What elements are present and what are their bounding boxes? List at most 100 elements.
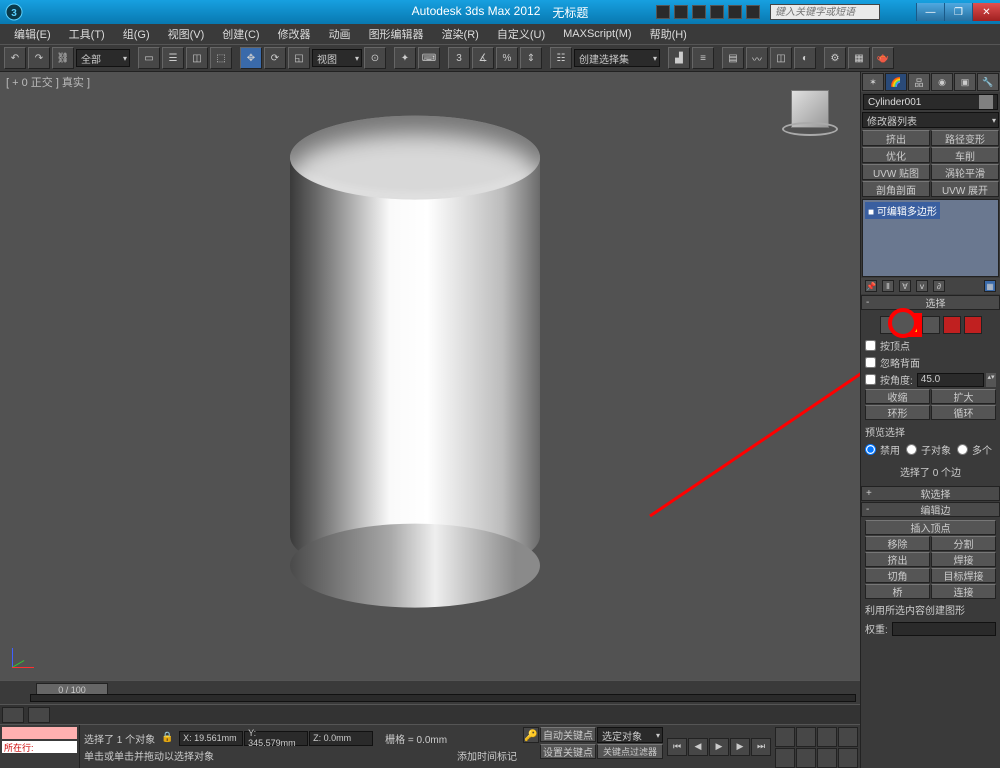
subobj-element[interactable]	[964, 316, 982, 334]
make-unique-icon[interactable]: ∀	[899, 280, 911, 292]
by-vertex-checkbox[interactable]	[865, 340, 876, 351]
rollout-editedges-header[interactable]: -编辑边	[861, 502, 1000, 517]
configure-icon[interactable]: ▦	[984, 280, 996, 292]
remove-mod2-icon[interactable]: ∂	[933, 280, 945, 292]
rotate-button[interactable]: ⟳	[264, 47, 286, 69]
orbit-button[interactable]	[817, 748, 837, 768]
layers-button[interactable]: ▤	[722, 47, 744, 69]
menu-create[interactable]: 创建(C)	[214, 24, 267, 44]
weld-button[interactable]: 焊接	[931, 552, 996, 567]
align-button[interactable]: ≡	[692, 47, 714, 69]
insert-vertex-button[interactable]: 插入顶点	[865, 520, 996, 535]
setkey-button[interactable]: 设置关键点	[540, 744, 596, 759]
tab-create[interactable]: ✶	[862, 73, 884, 91]
view-cube[interactable]	[776, 82, 844, 150]
preview-subobj-radio[interactable]	[906, 444, 917, 455]
zoom-all-button[interactable]	[796, 727, 816, 747]
selection-filter[interactable]: 全部	[76, 49, 130, 67]
prev-frame-button[interactable]: ◀	[688, 738, 708, 756]
subobj-border[interactable]	[922, 316, 940, 334]
select-button[interactable]: ▭	[138, 47, 160, 69]
coord-z[interactable]: Z: 0.0mm	[309, 731, 373, 746]
rollout-selection-header[interactable]: -选择	[861, 295, 1000, 310]
subobj-polygon[interactable]	[943, 316, 961, 334]
modifier-stack[interactable]: ■ 可编辑多边形	[862, 199, 999, 277]
viewport[interactable]: [ + 0 正交 ] 真实 ]	[0, 72, 860, 680]
render-button[interactable]: 🫖	[872, 47, 894, 69]
track-bar[interactable]	[0, 704, 860, 724]
object-name-field[interactable]: Cylinder001	[863, 94, 998, 110]
goto-end-button[interactable]: ⏭	[751, 738, 771, 756]
ref-coord-system[interactable]: 视图	[312, 49, 362, 67]
menu-tools[interactable]: 工具(T)	[61, 24, 113, 44]
angle-spinner[interactable]: 45.0	[917, 373, 984, 387]
mirror-button[interactable]: ▟	[668, 47, 690, 69]
trackbar-btn2[interactable]	[28, 707, 50, 723]
mod-pathdeform[interactable]: 路径变形	[931, 130, 999, 146]
tab-modify[interactable]: 🌈	[885, 73, 907, 91]
mod-optimize[interactable]: 优化	[862, 147, 930, 163]
by-angle-checkbox[interactable]	[865, 374, 876, 385]
maximize-button[interactable]: ❐	[944, 3, 972, 21]
spinner-snap-button[interactable]: ⇕	[520, 47, 542, 69]
tab-hierarchy[interactable]: 品	[908, 73, 930, 91]
autokey-button[interactable]: 自动关键点	[540, 727, 596, 742]
menu-grapheditors[interactable]: 图形编辑器	[361, 24, 432, 44]
remove-mod-icon[interactable]: ⅴ	[916, 280, 928, 292]
link-button[interactable]: ⛓	[52, 47, 74, 69]
close-button[interactable]: ✕	[972, 3, 1000, 21]
show-end-icon[interactable]: Ⅱ	[882, 280, 894, 292]
viewport-label[interactable]: [ + 0 正交 ] 真实 ]	[6, 74, 90, 90]
loop-button[interactable]: 循环	[931, 405, 996, 420]
named-sel-sets[interactable]: 创建选择集	[574, 49, 660, 67]
pan-button[interactable]	[796, 748, 816, 768]
menu-edit[interactable]: 编辑(E)	[6, 24, 59, 44]
infocenter-icons[interactable]	[656, 5, 760, 19]
scale-button[interactable]: ◱	[288, 47, 310, 69]
tab-display[interactable]: ▣	[954, 73, 976, 91]
zoom-button[interactable]	[775, 727, 795, 747]
add-time-tag[interactable]: 添加时间标记	[457, 748, 517, 763]
pivot-button[interactable]: ⊙	[364, 47, 386, 69]
coord-y[interactable]: Y: 345.579mm	[244, 731, 308, 746]
menu-maxscript[interactable]: MAXScript(M)	[555, 26, 639, 42]
material-editor-button[interactable]: ◐	[794, 47, 816, 69]
coord-x[interactable]: X: 19.561mm	[179, 731, 243, 746]
menu-group[interactable]: 组(G)	[115, 24, 158, 44]
redo-button[interactable]: ↷	[28, 47, 50, 69]
manip-button[interactable]: ✦	[394, 47, 416, 69]
keymode-button[interactable]: ⌨	[418, 47, 440, 69]
weight-spinner[interactable]	[892, 622, 996, 636]
move-button[interactable]: ✥	[240, 47, 262, 69]
shrink-button[interactable]: 收缩	[865, 389, 930, 404]
mod-uvwunwrap[interactable]: UVW 展开	[931, 181, 999, 197]
keymode-dropdown[interactable]: 选定对象	[597, 727, 663, 743]
goto-start-button[interactable]: ⏮	[667, 738, 687, 756]
mod-turbosmooth[interactable]: 涡轮平滑	[931, 164, 999, 180]
scene-object-cylinder[interactable]	[290, 158, 540, 578]
script-listener[interactable]: 所在行:	[0, 725, 80, 768]
zoom-extents-button[interactable]	[817, 727, 837, 747]
render-frame-button[interactable]: ▦	[848, 47, 870, 69]
schematic-button[interactable]: ◫	[770, 47, 792, 69]
extrude-button[interactable]: 挤出	[865, 552, 930, 567]
angle-snap-button[interactable]: ∡	[472, 47, 494, 69]
object-color-swatch[interactable]	[979, 95, 993, 109]
mod-uvwmap[interactable]: UVW 贴图	[862, 164, 930, 180]
play-button[interactable]: ▶	[709, 738, 729, 756]
time-ruler[interactable]	[30, 694, 856, 702]
next-frame-button[interactable]: ▶	[730, 738, 750, 756]
grow-button[interactable]: 扩大	[931, 389, 996, 404]
search-input[interactable]	[770, 4, 880, 20]
tab-motion[interactable]: ◉	[931, 73, 953, 91]
snap-button[interactable]: 3	[448, 47, 470, 69]
select-region-button[interactable]: ◫	[186, 47, 208, 69]
key-icon[interactable]: 🔑	[523, 727, 539, 743]
tab-utilities[interactable]: 🔧	[977, 73, 999, 91]
mod-lathe[interactable]: 车削	[931, 147, 999, 163]
preview-off-radio[interactable]	[865, 444, 876, 455]
connect-button[interactable]: 连接	[931, 584, 996, 599]
mod-chamferprof[interactable]: 剖角剖面	[862, 181, 930, 197]
percent-snap-button[interactable]: %	[496, 47, 518, 69]
bridge-button[interactable]: 桥	[865, 584, 930, 599]
